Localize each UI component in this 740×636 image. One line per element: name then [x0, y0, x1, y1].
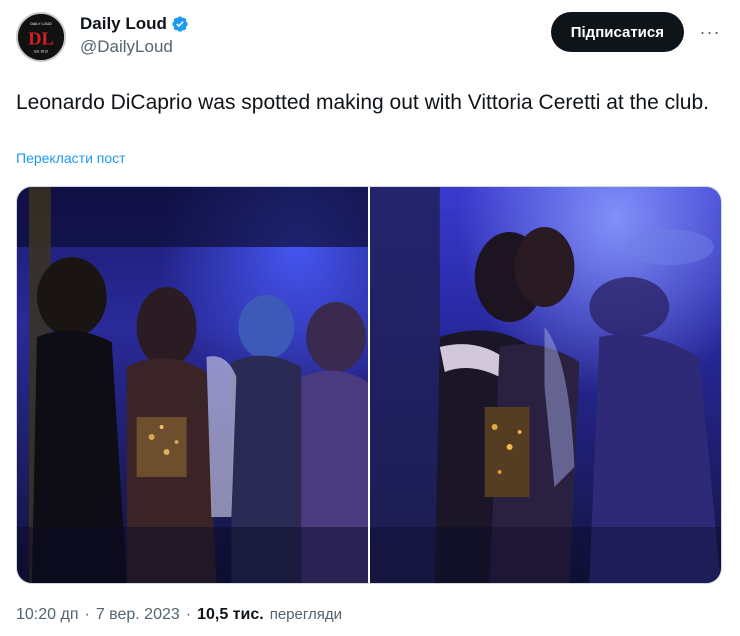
handle[interactable]: @DailyLoud — [80, 37, 189, 57]
views-label: перегляди — [269, 606, 343, 623]
meta-separator: · — [84, 606, 90, 623]
verified-badge-icon[interactable] — [171, 15, 189, 33]
avatar[interactable]: DAILY LOUD DL Est. 2013 — [16, 12, 66, 62]
avatar-bottom-text: Est. 2013 — [34, 50, 48, 54]
display-name[interactable]: Daily Loud — [80, 14, 167, 34]
tweet-media[interactable] — [16, 186, 722, 584]
follow-button[interactable]: Підписатися — [550, 12, 684, 52]
views-count: 10,5 тис. — [197, 606, 264, 623]
tweet-meta: 10:20 дп · 7 вер. 2023 · 10,5 тис. перег… — [16, 606, 342, 624]
club-photo-left — [17, 187, 368, 583]
tweet-text: Leonardo DiCaprio was spotted making out… — [16, 91, 709, 114]
author-info: Daily Loud @DailyLoud — [80, 14, 189, 57]
more-options-icon[interactable]: ··· — [696, 18, 724, 46]
club-photo-right — [370, 187, 721, 583]
translate-post-link[interactable]: Перекласти пост — [16, 150, 126, 166]
name-row: Daily Loud — [80, 14, 189, 34]
avatar-top-text: DAILY LOUD — [30, 22, 52, 26]
meta-separator-2: · — [185, 606, 192, 623]
daily-loud-logo: DAILY LOUD DL Est. 2013 — [18, 14, 64, 60]
tweet-date[interactable]: 7 вер. 2023 — [96, 606, 180, 624]
tweet-time[interactable]: 10:20 дп — [16, 606, 78, 624]
photo-right[interactable] — [370, 187, 721, 583]
photo-left[interactable] — [17, 187, 368, 583]
tweet-header: DAILY LOUD DL Est. 2013 Daily Loud @Dail… — [16, 12, 724, 62]
avatar-monogram: DL — [28, 28, 54, 48]
